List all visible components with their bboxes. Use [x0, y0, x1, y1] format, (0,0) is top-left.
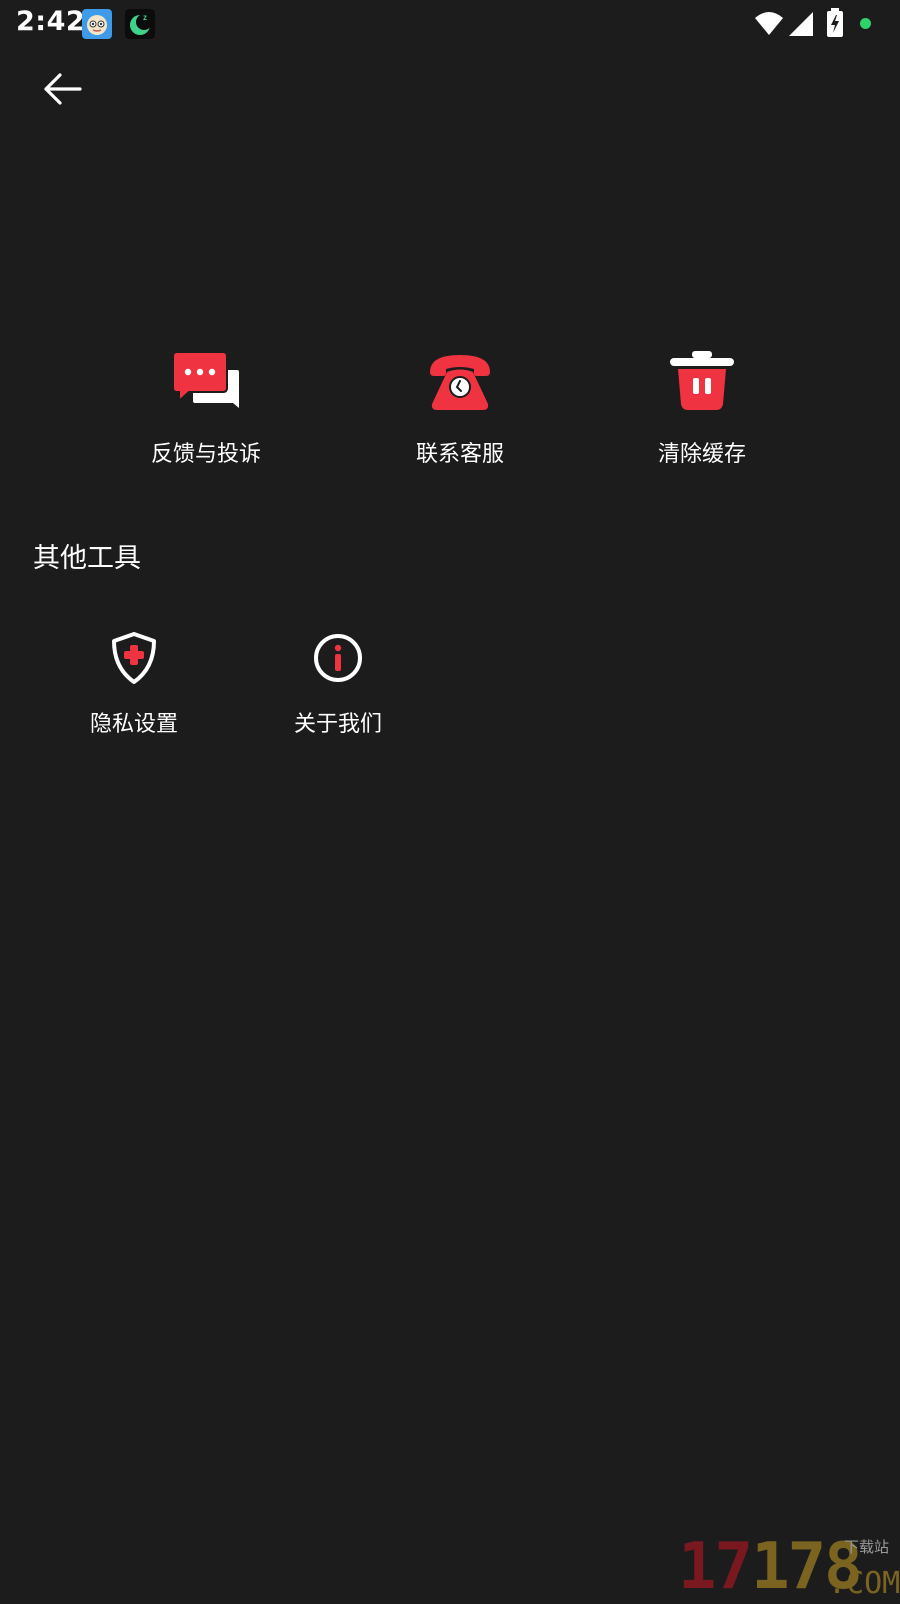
trash-icon	[670, 351, 734, 410]
watermark-logo: 17178 下载站 .COM	[678, 1534, 900, 1601]
svg-text:z: z	[143, 13, 147, 22]
privacy-settings-button[interactable]: 隐私设置	[44, 630, 224, 770]
about-us-button[interactable]: 关于我们	[248, 630, 428, 770]
feedback-complaint-button[interactable]: 反馈与投诉	[116, 350, 296, 490]
clear-cache-label: 清除缓存	[657, 442, 746, 467]
battery-charging-icon	[827, 8, 843, 37]
watermark-digits-a: 17	[678, 1530, 753, 1604]
status-indicator-dot-icon	[860, 18, 871, 29]
contact-service-label: 联系客服	[415, 442, 504, 467]
status-time: 2:42	[16, 6, 86, 37]
signal-icon	[789, 12, 813, 36]
back-button[interactable]	[34, 66, 94, 112]
notification-app-avatar-icon	[82, 9, 112, 39]
info-icon	[314, 634, 362, 682]
about-us-label: 关于我们	[293, 712, 382, 737]
telephone-icon	[430, 355, 490, 410]
feedback-chat-icon	[172, 351, 239, 408]
wifi-icon	[755, 12, 783, 35]
status-bar: 2:42 z	[0, 0, 900, 48]
notification-app-moon-icon: z	[125, 9, 155, 39]
clear-cache-button[interactable]: 清除缓存	[612, 350, 792, 490]
watermark-suffix: .COM	[828, 1566, 900, 1601]
other-tools-title: 其他工具	[33, 543, 141, 574]
privacy-settings-label: 隐私设置	[89, 712, 178, 737]
watermark-tag: 下载站	[844, 1538, 890, 1556]
arrow-left-icon	[44, 73, 82, 105]
shield-plus-icon	[112, 632, 156, 684]
contact-service-button[interactable]: 联系客服	[370, 350, 550, 490]
feedback-complaint-label: 反馈与投诉	[150, 442, 261, 467]
